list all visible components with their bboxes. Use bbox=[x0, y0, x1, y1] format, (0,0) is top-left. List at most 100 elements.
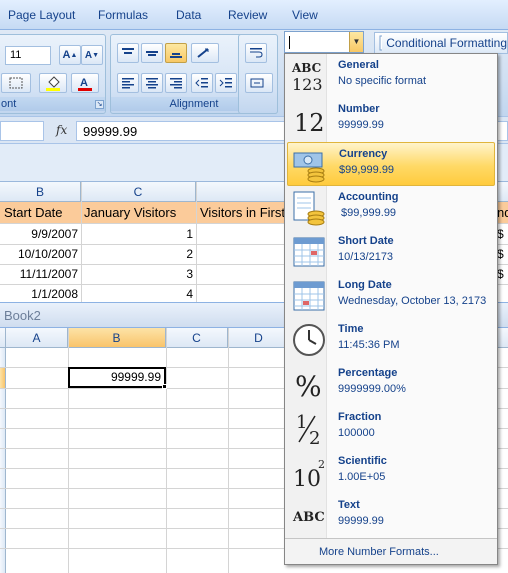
font-color-button[interactable]: A bbox=[71, 73, 99, 93]
merge-center-button[interactable] bbox=[245, 73, 273, 93]
font-group: 11 A ▲ A ▼ A ont ↘ bbox=[0, 34, 106, 114]
borders-button[interactable] bbox=[1, 73, 31, 93]
menu-item-long-date-example: Wednesday, October 13, 2173 bbox=[338, 295, 487, 307]
cell-date[interactable]: 11/11/2007 bbox=[0, 264, 78, 284]
tab-page-layout[interactable]: Page Layout bbox=[8, 8, 75, 22]
menu-item-short-date-example: 10/13/2173 bbox=[338, 251, 394, 263]
column-header-c[interactable]: C bbox=[166, 328, 228, 348]
fill-color-button[interactable] bbox=[39, 73, 67, 93]
menu-item-number-example: 99999.99 bbox=[338, 119, 384, 131]
conditional-formatting-label: Conditional Formatting bbox=[386, 36, 507, 50]
ribbon-tab-bar: Page Layout Formulas Data Review View bbox=[0, 0, 508, 30]
scientific-icon: 10 2 bbox=[291, 454, 327, 490]
column-header-b-selected[interactable]: B bbox=[68, 328, 166, 348]
font-color-icon: A bbox=[78, 77, 92, 91]
align-left-button[interactable] bbox=[117, 73, 139, 93]
svg-text:12: 12 bbox=[294, 109, 325, 137]
column-header-c[interactable]: C bbox=[81, 182, 196, 202]
tab-review[interactable]: Review bbox=[228, 8, 267, 22]
cell-edge: $ bbox=[497, 267, 504, 281]
row-header[interactable] bbox=[0, 388, 6, 573]
align-right-icon bbox=[170, 78, 182, 89]
menu-item-percentage[interactable]: % Percentage 9999999.00% bbox=[287, 362, 495, 406]
menu-item-currency-name: Currency bbox=[339, 148, 388, 160]
shrink-font-button[interactable]: A ▼ bbox=[81, 45, 103, 65]
menu-item-long-date[interactable]: Long Date Wednesday, October 13, 2173 bbox=[287, 274, 495, 318]
wrap-text-icon bbox=[250, 48, 263, 58]
menu-item-accounting[interactable]: Accounting $99,999.99 bbox=[287, 186, 495, 230]
cell-date[interactable]: 9/9/2007 bbox=[0, 224, 78, 244]
svg-text:A: A bbox=[80, 77, 88, 89]
column-header-d[interactable]: D bbox=[228, 328, 290, 348]
name-box[interactable] bbox=[0, 121, 44, 141]
top-align-icon bbox=[122, 48, 134, 54]
menu-item-general-example: No specific format bbox=[338, 75, 427, 87]
middle-align-button[interactable] bbox=[141, 43, 163, 63]
grow-font-button[interactable]: A ▲ bbox=[59, 45, 81, 65]
row-header-selected[interactable] bbox=[0, 367, 6, 388]
short-date-icon bbox=[291, 234, 327, 270]
top-align-button[interactable] bbox=[117, 43, 139, 63]
cell-visitors[interactable]: 3 bbox=[81, 264, 193, 284]
header-january-visitors[interactable]: January Visitors bbox=[84, 203, 176, 223]
conditional-formatting-button[interactable]: Conditional Formatting bbox=[374, 32, 508, 54]
increase-indent-button[interactable] bbox=[215, 73, 237, 93]
header-visitors-in-first[interactable]: Visitors in First bbox=[200, 203, 285, 223]
menu-item-accounting-example: $99,999.99 bbox=[341, 207, 397, 219]
decrease-indent-icon bbox=[195, 78, 208, 88]
column-header-a[interactable]: A bbox=[6, 328, 68, 348]
number-format-menu: ABC 123 General No specific format 12 Num… bbox=[284, 53, 498, 565]
percent-icon: % bbox=[291, 366, 327, 402]
number-format-dropdown-arrow[interactable]: ▼ bbox=[349, 32, 363, 52]
menu-item-currency-example: $99,999.99 bbox=[339, 164, 395, 176]
menu-item-short-date[interactable]: Short Date 10/13/2173 bbox=[287, 230, 495, 274]
active-cell-b2[interactable]: 99999.99 bbox=[68, 367, 166, 388]
align-center-button[interactable] bbox=[141, 73, 163, 93]
menu-item-time-example: 11:45:36 PM bbox=[338, 339, 400, 351]
currency-icon bbox=[292, 147, 328, 183]
column-header-b[interactable]: B bbox=[0, 182, 81, 202]
menu-item-fraction[interactable]: 12 Fraction 100000 bbox=[287, 406, 495, 450]
row-header[interactable] bbox=[0, 348, 6, 367]
header-start-date[interactable]: Start Date bbox=[4, 203, 63, 223]
svg-text:2: 2 bbox=[318, 458, 325, 471]
svg-text:123: 123 bbox=[292, 75, 323, 94]
cell-date[interactable]: 10/10/2007 bbox=[0, 244, 78, 264]
menu-item-short-date-name: Short Date bbox=[338, 235, 394, 247]
cell-visitors[interactable]: 1 bbox=[81, 224, 193, 244]
menu-item-number[interactable]: 12 Number 99999.99 bbox=[287, 98, 495, 142]
font-dialog-launcher[interactable]: ↘ bbox=[95, 100, 104, 109]
align-left-icon bbox=[122, 78, 134, 89]
menu-item-text[interactable]: ABC Text 99999.99 bbox=[287, 494, 495, 538]
tab-data[interactable]: Data bbox=[176, 8, 201, 22]
borders-icon bbox=[9, 77, 23, 89]
menu-item-time[interactable]: Time 11:45:36 PM bbox=[287, 318, 495, 362]
align-right-button[interactable] bbox=[165, 73, 187, 93]
more-number-formats-label: More Number Formats... bbox=[319, 546, 439, 558]
wrap-text-button[interactable] bbox=[245, 43, 267, 63]
tab-formulas[interactable]: Formulas bbox=[98, 8, 148, 22]
fill-handle[interactable] bbox=[162, 384, 167, 389]
font-size-box[interactable]: 11 bbox=[5, 46, 51, 65]
tab-view[interactable]: View bbox=[292, 8, 318, 22]
orientation-button[interactable] bbox=[191, 43, 219, 63]
cell-date[interactable]: 1/1/2008 bbox=[0, 284, 78, 304]
accounting-icon bbox=[291, 190, 327, 226]
cell-edge: $ bbox=[497, 227, 504, 241]
menu-item-general[interactable]: ABC 123 General No specific format bbox=[287, 54, 495, 98]
svg-text:ABC: ABC bbox=[292, 510, 325, 525]
conditional-formatting-icon bbox=[379, 35, 383, 51]
menu-item-currency[interactable]: Currency $99,999.99 bbox=[287, 142, 495, 186]
bottom-align-button[interactable] bbox=[165, 43, 187, 63]
cell-visitors[interactable]: 4 bbox=[81, 284, 193, 304]
function-icon[interactable]: fx bbox=[56, 123, 67, 137]
middle-align-icon bbox=[146, 51, 158, 56]
number-format-combobox[interactable]: ▼ bbox=[284, 31, 364, 53]
cell-visitors[interactable]: 2 bbox=[81, 244, 193, 264]
bottom-align-icon bbox=[170, 53, 182, 58]
decrease-indent-button[interactable] bbox=[191, 73, 213, 93]
menu-item-accounting-name: Accounting bbox=[338, 191, 399, 203]
grid-line bbox=[166, 328, 167, 573]
more-number-formats-button[interactable]: More Number Formats... bbox=[285, 538, 497, 564]
menu-item-scientific[interactable]: 10 2 Scientific 1.00E+05 bbox=[287, 450, 495, 494]
